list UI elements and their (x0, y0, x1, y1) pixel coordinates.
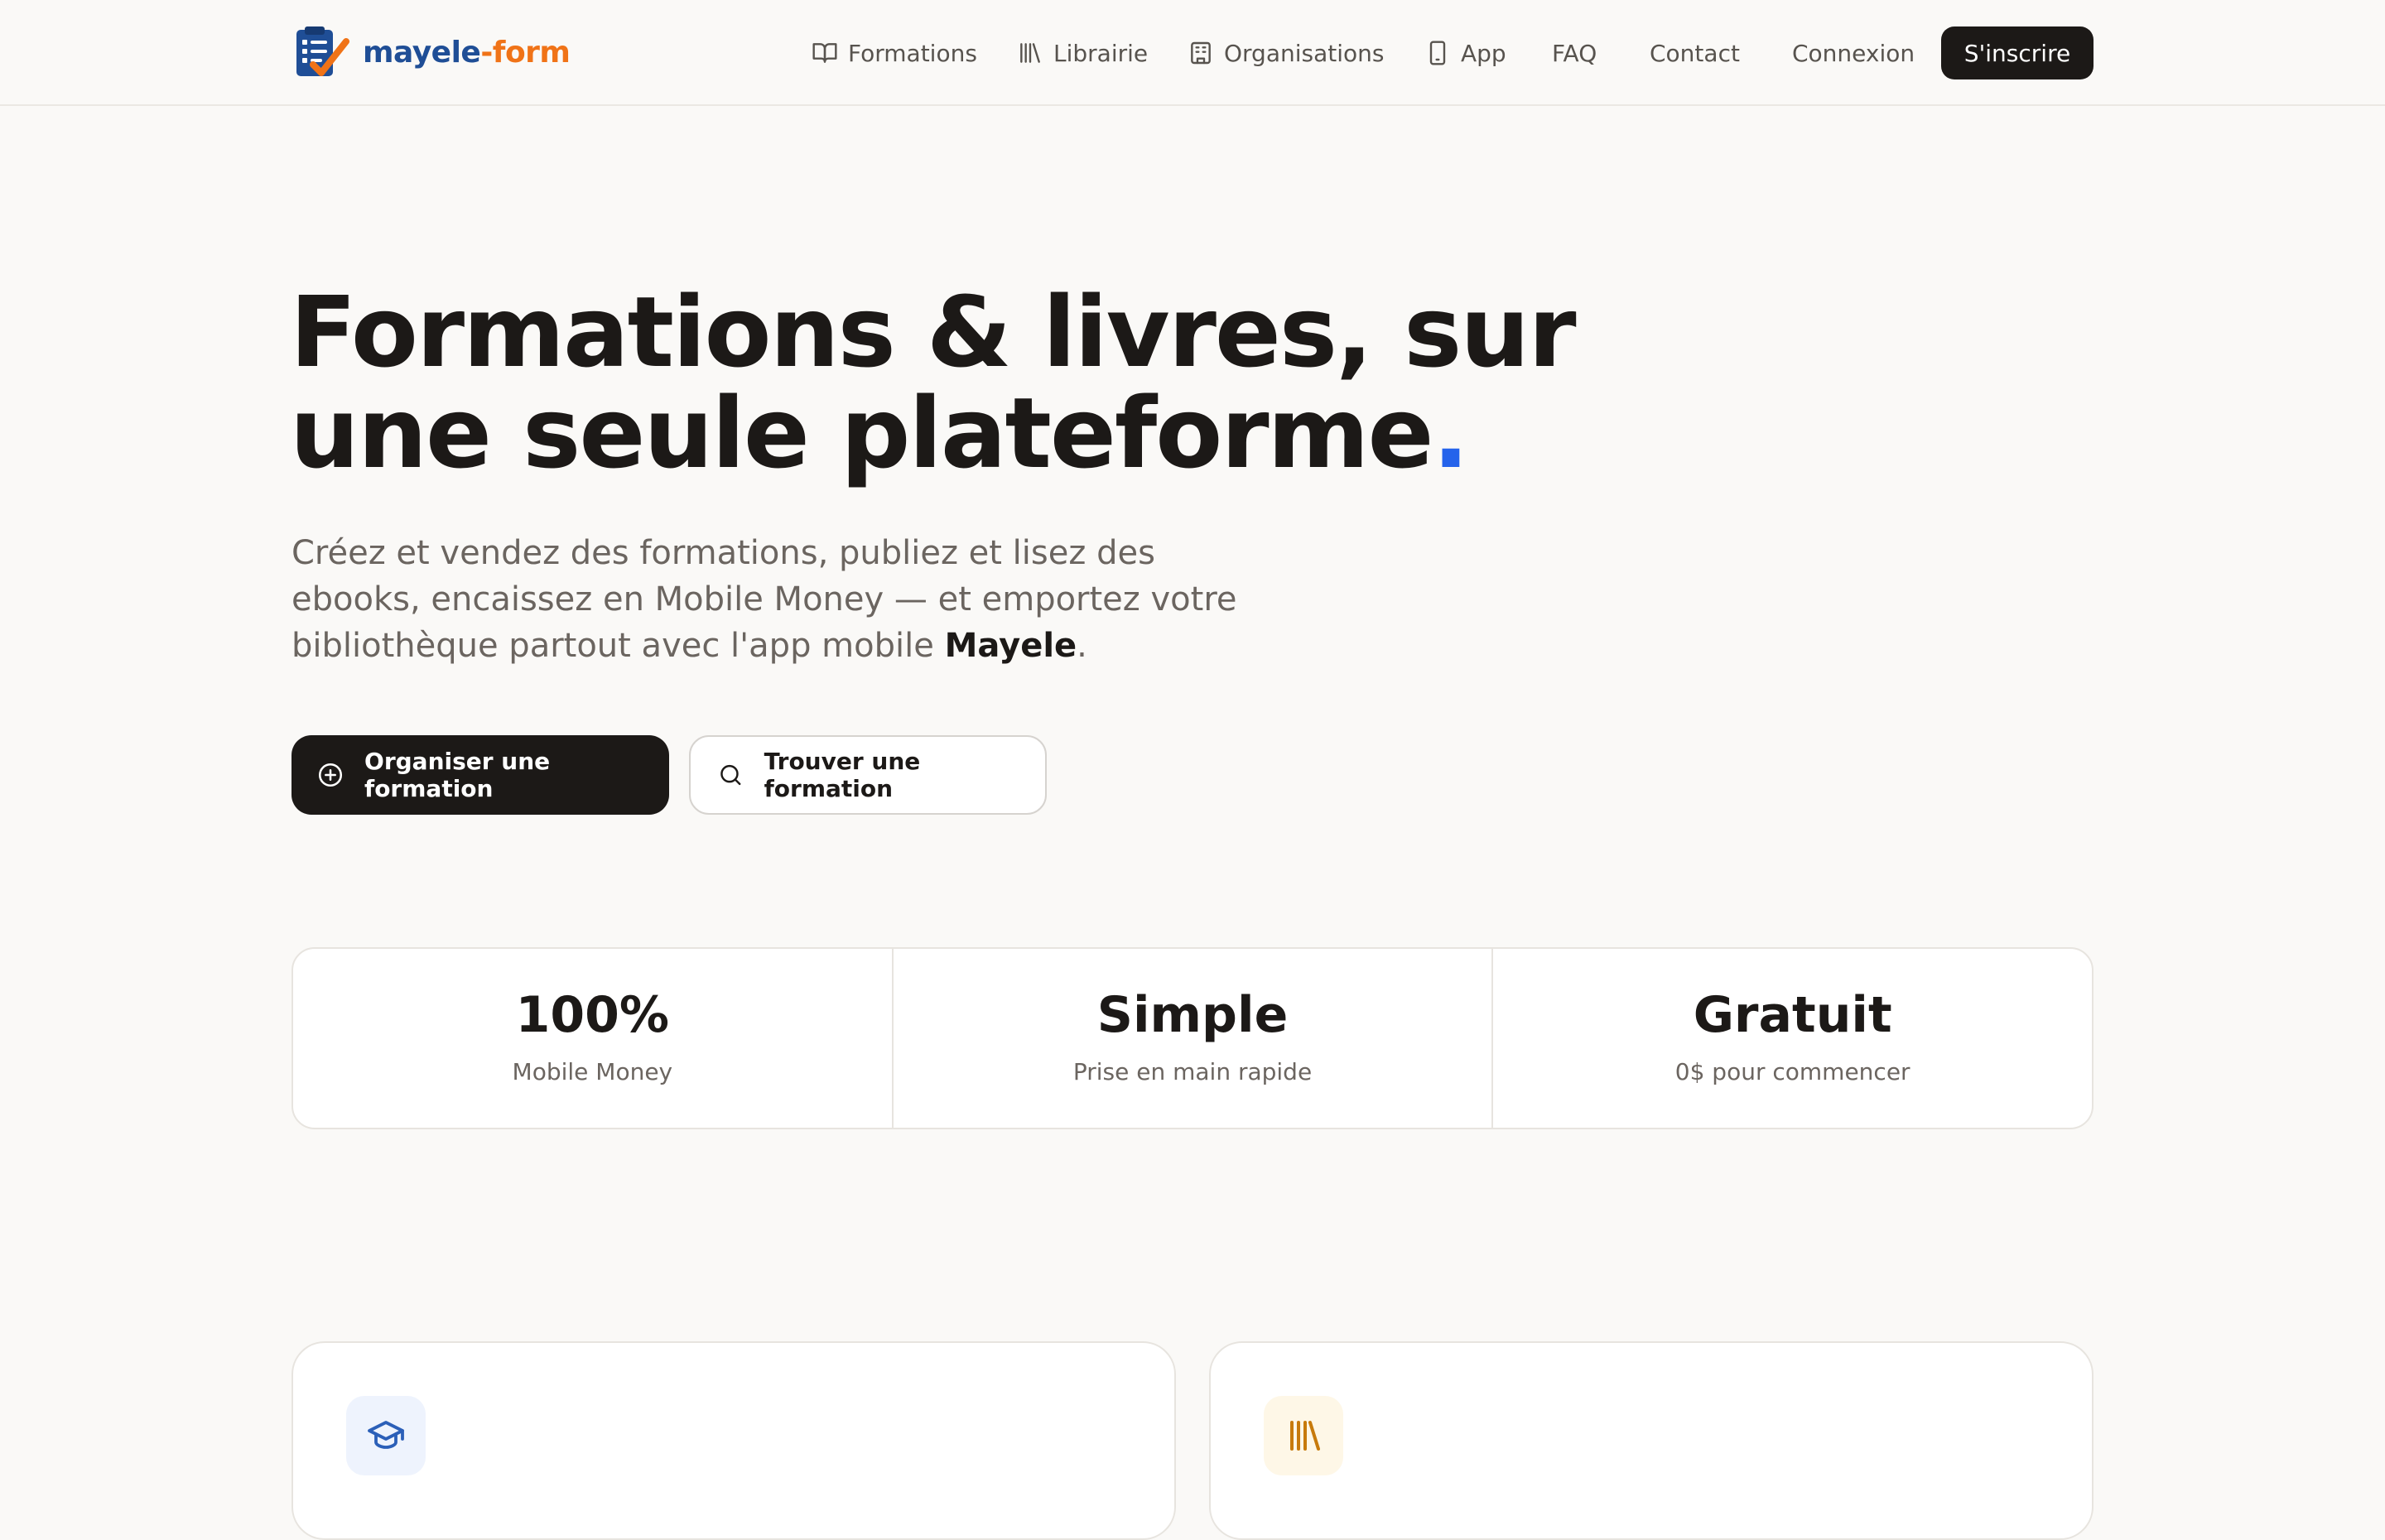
stat-label: Prise en main rapide (1072, 1058, 1313, 1085)
hero-subtitle: Créez et vendez des formations, publiez … (292, 530, 1285, 669)
hero-title-dot: . (1432, 376, 1470, 490)
nav-label-organisations: Organisations (1224, 39, 1385, 67)
stat-value: Simple (1096, 986, 1289, 1044)
hero-subtitle-text: Créez et vendez des formations, publiez … (292, 534, 1237, 665)
nav-item-formations[interactable]: Formations (812, 28, 977, 78)
feature-card-librairie (1209, 1341, 2094, 1540)
find-training-label: Trouver une formation (764, 748, 921, 802)
nav-item-app[interactable]: App (1424, 28, 1506, 78)
nav-item-connexion[interactable]: Connexion (1792, 28, 1915, 78)
site-header: mayele-form Formations Librairie Organis… (0, 0, 2385, 106)
nav-item-librairie[interactable]: Librairie (1017, 28, 1148, 78)
nav-item-faq[interactable]: FAQ (1552, 28, 1597, 78)
feature-icon-badge (1264, 1396, 1343, 1475)
hero-subtitle-end: . (1077, 627, 1087, 665)
organize-training-label: Organiser une formation (364, 748, 551, 802)
stat-mobile-money: 100% Mobile Money (293, 949, 892, 1128)
building-icon (1191, 41, 1211, 65)
book-open-icon (812, 43, 837, 63)
hero-title: Formations & livres, sur une seule plate… (290, 282, 1698, 484)
nav-label-librairie: Librairie (1053, 39, 1149, 67)
signup-button[interactable]: S'inscrire (1941, 26, 2094, 79)
hero-title-text: Formations & livres, sur une seule plate… (290, 275, 1577, 490)
smartphone-icon (1429, 41, 1446, 65)
nav-label-faq: FAQ (1552, 39, 1597, 67)
stat-simple: Simple Prise en main rapide (891, 949, 1492, 1128)
library-icon (1020, 43, 1040, 63)
feature-icon-badge (346, 1396, 426, 1475)
stat-label: 0$ pour commencer (1674, 1058, 1910, 1085)
nav-label-connexion: Connexion (1792, 39, 1915, 67)
nav-item-contact[interactable]: Contact (1650, 28, 1740, 78)
organize-training-button[interactable]: Organiser une formation (292, 735, 669, 815)
stat-value: Gratuit (1693, 986, 1892, 1044)
plus-circle-icon (318, 763, 343, 787)
stat-free: Gratuit 0$ pour commencer (1491, 949, 2092, 1128)
nav-label-app: App (1461, 39, 1506, 67)
find-training-button[interactable]: Trouver une formation (689, 735, 1047, 815)
feature-card-formations (292, 1341, 1176, 1540)
search-icon (720, 764, 741, 786)
graduation-cap-icon (368, 1421, 404, 1449)
library-icon (1290, 1421, 1320, 1451)
nav-item-organisations[interactable]: Organisations (1188, 28, 1384, 78)
nav-label-formations: Formations (848, 39, 977, 67)
hero-subtitle-brand: Mayele (944, 627, 1077, 665)
stats-panel: 100% Mobile Money Simple Prise en main r… (292, 947, 2094, 1129)
nav-label-contact: Contact (1650, 39, 1740, 67)
stat-label: Mobile Money (512, 1058, 673, 1085)
stat-value: 100% (515, 986, 670, 1044)
